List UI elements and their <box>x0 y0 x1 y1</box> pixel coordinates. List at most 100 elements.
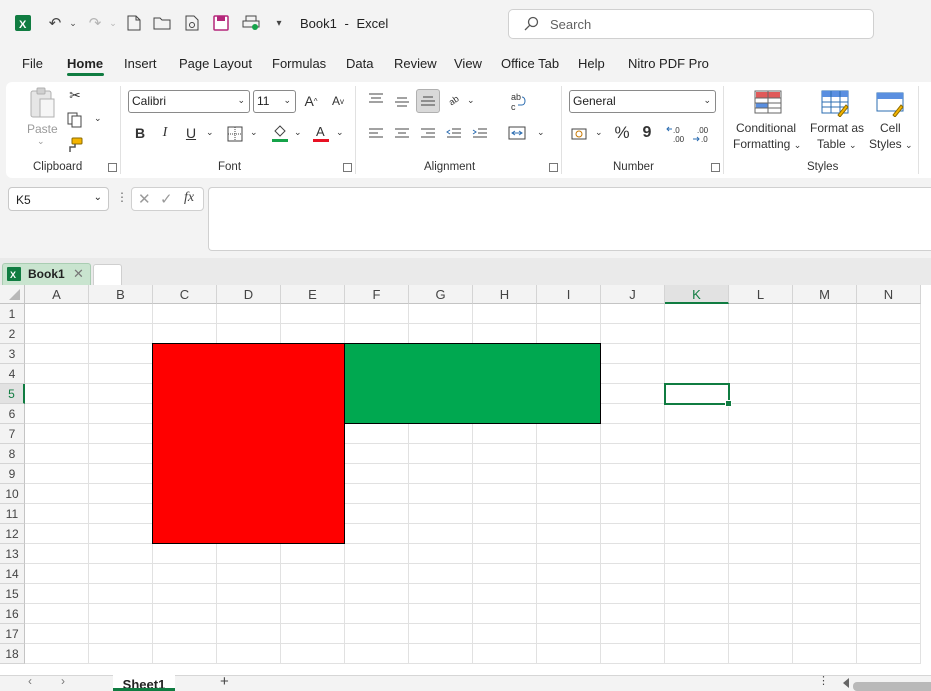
menu-help[interactable]: Help <box>578 56 605 71</box>
filled-cell-f6[interactable] <box>344 403 409 424</box>
filled-cell-c12[interactable] <box>152 523 217 544</box>
italic-icon[interactable]: I <box>158 124 172 142</box>
number-launcher-icon[interactable] <box>711 163 720 172</box>
print-icon[interactable] <box>242 14 260 32</box>
increase-indent-icon[interactable] <box>471 125 489 143</box>
row-header-13[interactable]: 13 <box>0 544 25 564</box>
column-header-m[interactable]: M <box>793 285 857 304</box>
row-header-2[interactable]: 2 <box>0 324 25 344</box>
redo-dropdown-icon[interactable]: ⌄ <box>104 14 122 32</box>
clipboard-launcher-icon[interactable] <box>108 163 117 172</box>
fill-color-dropdown-icon[interactable]: ⌄ <box>294 127 302 138</box>
filled-cell-d7[interactable] <box>216 423 281 444</box>
row-header-6[interactable]: 6 <box>0 404 25 424</box>
more-options-icon[interactable]: ⋮ <box>818 674 829 687</box>
search-box[interactable]: Search <box>508 9 874 39</box>
customize-toolbar-icon[interactable]: ▾ <box>270 14 288 32</box>
filled-cell-c5[interactable] <box>152 383 217 404</box>
select-all-corner[interactable] <box>0 285 25 304</box>
conditional-formatting-button[interactable]: Conditional <box>736 121 796 135</box>
column-header-f[interactable]: F <box>345 285 409 304</box>
filled-cell-d9[interactable] <box>216 463 281 484</box>
number-format-select[interactable]: General ⌄ <box>569 90 716 113</box>
menu-formulas[interactable]: Formulas <box>272 56 326 71</box>
row-header-11[interactable]: 11 <box>0 504 25 524</box>
enter-check-icon[interactable]: ✓ <box>160 190 173 208</box>
filled-cell-e6[interactable] <box>280 403 345 424</box>
filled-cell-i5[interactable] <box>536 383 601 404</box>
fill-color-icon[interactable] <box>271 123 289 143</box>
font-size-select[interactable]: 11 ⌄ <box>253 90 296 113</box>
row-header-10[interactable]: 10 <box>0 484 25 504</box>
filled-cell-e9[interactable] <box>280 463 345 484</box>
filled-cell-e4[interactable] <box>280 363 345 384</box>
middle-align-icon[interactable] <box>393 92 411 110</box>
row-header-9[interactable]: 9 <box>0 464 25 484</box>
copy-icon[interactable] <box>66 111 84 129</box>
merge-center-icon[interactable] <box>507 124 527 142</box>
column-header-h[interactable]: H <box>473 285 537 304</box>
filled-cell-i6[interactable] <box>536 403 601 424</box>
row-header-12[interactable]: 12 <box>0 524 25 544</box>
insert-function-icon[interactable]: fx <box>184 190 194 206</box>
filled-cell-h6[interactable] <box>472 403 537 424</box>
column-header-c[interactable]: C <box>153 285 217 304</box>
filled-cell-g4[interactable] <box>408 363 473 384</box>
row-header-16[interactable]: 16 <box>0 604 25 624</box>
filled-cell-e3[interactable] <box>280 343 345 364</box>
filled-cell-g5[interactable] <box>408 383 473 404</box>
cancel-icon[interactable]: ✕ <box>138 190 151 208</box>
format-as-table-button-line2[interactable]: Table ⌄ <box>817 137 857 151</box>
filled-cell-d8[interactable] <box>216 443 281 464</box>
filled-cell-d3[interactable] <box>216 343 281 364</box>
print-preview-icon[interactable] <box>183 14 201 32</box>
borders-dropdown-icon[interactable]: ⌄ <box>250 127 258 138</box>
menu-review[interactable]: Review <box>394 56 437 71</box>
column-header-d[interactable]: D <box>217 285 281 304</box>
filled-cell-d6[interactable] <box>216 403 281 424</box>
filled-cell-c11[interactable] <box>152 503 217 524</box>
align-center-icon[interactable] <box>393 125 411 143</box>
column-header-e[interactable]: E <box>281 285 345 304</box>
fill-handle[interactable] <box>725 400 732 407</box>
decrease-decimal-icon[interactable]: .00.0 <box>692 124 714 144</box>
sheet-tab-active[interactable]: Sheet1 <box>113 675 175 691</box>
filled-cell-f3[interactable] <box>344 343 409 364</box>
scroll-left-icon[interactable]: ‹ <box>28 674 32 688</box>
active-cell-selection[interactable] <box>664 383 732 407</box>
name-box[interactable]: K5 ⌄ <box>8 187 109 211</box>
menu-data[interactable]: Data <box>346 56 373 71</box>
filled-cell-f5[interactable] <box>344 383 409 404</box>
filled-cell-d4[interactable] <box>216 363 281 384</box>
scroll-left-arrow-icon[interactable] <box>843 678 849 688</box>
row-header-3[interactable]: 3 <box>0 344 25 364</box>
filled-cell-g6[interactable] <box>408 403 473 424</box>
filled-cell-h4[interactable] <box>472 363 537 384</box>
filled-cell-c8[interactable] <box>152 443 217 464</box>
format-as-table-button[interactable]: Format as <box>810 121 864 135</box>
filled-cell-e7[interactable] <box>280 423 345 444</box>
align-right-icon[interactable] <box>419 125 437 143</box>
close-icon[interactable]: ✕ <box>73 266 84 282</box>
filled-cell-i4[interactable] <box>536 363 601 384</box>
filled-cell-e11[interactable] <box>280 503 345 524</box>
percent-style-icon[interactable]: % <box>613 123 631 143</box>
increase-decimal-icon[interactable]: .0.00 <box>666 124 688 144</box>
new-file-icon[interactable] <box>125 14 143 32</box>
filled-cell-d11[interactable] <box>216 503 281 524</box>
row-header-8[interactable]: 8 <box>0 444 25 464</box>
filled-cell-g3[interactable] <box>408 343 473 364</box>
conditional-formatting-icon[interactable] <box>752 88 784 118</box>
format-painter-icon[interactable] <box>66 136 84 154</box>
decrease-indent-icon[interactable] <box>445 125 463 143</box>
format-as-table-icon[interactable] <box>819 88 851 118</box>
orientation-icon[interactable]: ab <box>446 90 464 108</box>
new-workbook-tab[interactable] <box>93 264 122 285</box>
paste-icon[interactable] <box>27 87 57 119</box>
cut-icon[interactable]: ✂ <box>66 86 84 104</box>
alignment-launcher-icon[interactable] <box>549 163 558 172</box>
row-header-7[interactable]: 7 <box>0 424 25 444</box>
font-color-icon[interactable]: A <box>312 123 330 143</box>
menu-nitro-pdf-pro[interactable]: Nitro PDF Pro <box>628 56 709 71</box>
column-header-a[interactable]: A <box>25 285 89 304</box>
